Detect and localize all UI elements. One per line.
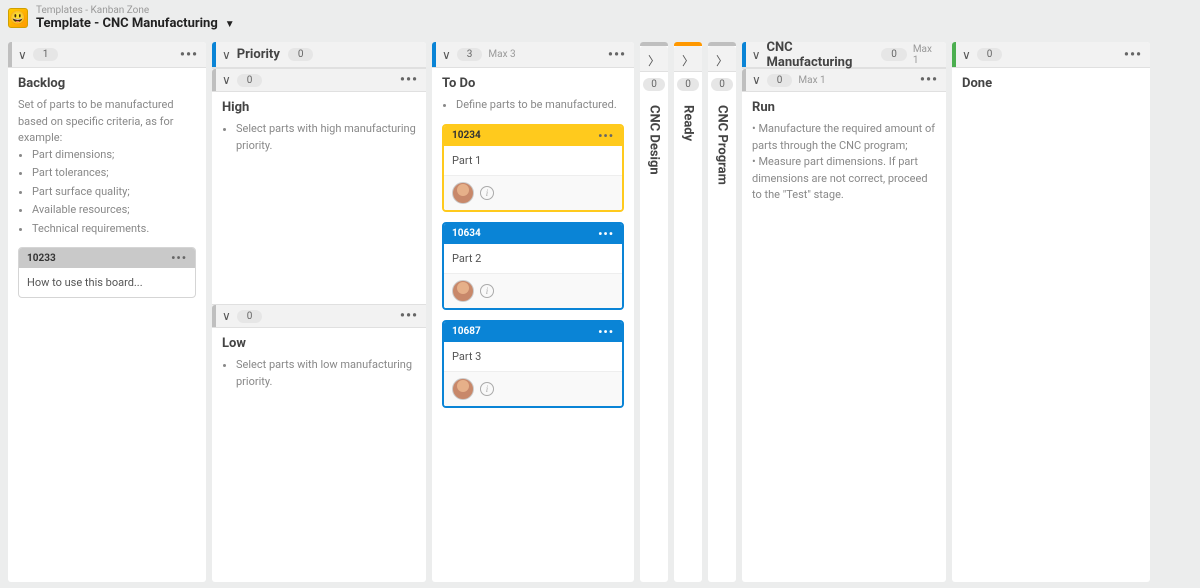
- board-title-dropdown-icon[interactable]: ▼: [225, 19, 235, 30]
- column-todo: ∨ 3 Max 3 ••• To Do Define parts to be m…: [432, 42, 634, 582]
- subcolumn-description: • Manufacture the required amount of par…: [752, 121, 936, 204]
- collapse-toggle-icon[interactable]: ∨: [746, 48, 767, 62]
- card-id: 10233: [27, 253, 56, 264]
- column-title: Done: [962, 76, 1140, 91]
- subcolumn-description: Select parts with high manufacturing pri…: [236, 121, 416, 154]
- column-header-todo: ∨ 3 Max 3 •••: [432, 42, 634, 68]
- column-header-priority: ∨ Priority 0: [212, 42, 426, 68]
- kanban-board: ∨ 1 ••• Backlog Set of parts to be manuf…: [0, 36, 1200, 588]
- column-count-badge: 1: [33, 48, 59, 61]
- expand-toggle-icon[interactable]: 〉: [682, 52, 694, 69]
- kanban-card[interactable]: 10634 ••• Part 2 i: [442, 222, 624, 310]
- subcolumn-title: Run: [752, 100, 936, 115]
- assignee-avatar[interactable]: [452, 280, 474, 302]
- card-title: Part 2: [444, 244, 622, 273]
- card-id: 10687: [452, 326, 481, 337]
- column-title: CNC Design: [647, 105, 662, 175]
- subcolumn-high: ∨ 0 ••• High Select parts with high manu…: [212, 68, 426, 304]
- wip-limit-label: Max 1: [913, 44, 938, 66]
- board-title[interactable]: Template - CNC Manufacturing: [36, 16, 218, 31]
- column-cnc-design-collapsed: 〉 0 CNC Design: [640, 42, 668, 582]
- subcolumn-menu-icon[interactable]: •••: [400, 308, 418, 324]
- subcolumn-menu-icon[interactable]: •••: [400, 72, 418, 88]
- column-backlog: ∨ 1 ••• Backlog Set of parts to be manuf…: [8, 42, 206, 582]
- column-count-badge: 3: [457, 48, 483, 61]
- column-cnc-manufacturing: ∨ CNC Manufacturing 0 Max 1 ∨ 0 Max 1 ••…: [742, 42, 946, 582]
- breadcrumb: Templates - Kanban Zone: [36, 5, 235, 16]
- wip-limit-label: Max 1: [798, 75, 825, 86]
- card-id: 10234: [452, 130, 481, 141]
- subcolumn-description: Select parts with low manufacturing prio…: [236, 357, 416, 390]
- column-menu-icon[interactable]: •••: [180, 47, 198, 63]
- collapse-toggle-icon[interactable]: ∨: [746, 73, 767, 87]
- column-count-badge: 0: [977, 48, 1003, 61]
- app-logo: 😃: [8, 8, 28, 28]
- collapse-toggle-icon[interactable]: ∨: [216, 73, 237, 87]
- assignee-avatar[interactable]: [452, 182, 474, 204]
- wip-limit-label: Max 3: [488, 49, 515, 60]
- card-menu-icon[interactable]: •••: [598, 227, 614, 241]
- column-title: Backlog: [18, 76, 196, 91]
- collapse-toggle-icon[interactable]: ∨: [436, 48, 457, 62]
- column-description: Define parts to be manufactured.: [456, 97, 624, 114]
- column-title: Priority: [237, 47, 280, 62]
- column-header-done: ∨ 0 •••: [952, 42, 1150, 68]
- subcolumn-menu-icon[interactable]: •••: [920, 72, 938, 88]
- subcolumn-title: High: [222, 100, 416, 115]
- column-menu-icon[interactable]: •••: [1124, 47, 1142, 63]
- info-icon[interactable]: i: [480, 186, 494, 200]
- info-icon[interactable]: i: [480, 382, 494, 396]
- collapse-toggle-icon[interactable]: ∨: [12, 48, 33, 62]
- kanban-card[interactable]: 10687 ••• Part 3 i: [442, 320, 624, 408]
- collapse-toggle-icon[interactable]: ∨: [956, 48, 977, 62]
- column-count-badge: 0: [288, 48, 314, 61]
- info-icon[interactable]: i: [480, 284, 494, 298]
- kanban-card[interactable]: 10233 ••• How to use this board...: [18, 247, 196, 298]
- expand-toggle-icon[interactable]: 〉: [716, 52, 728, 69]
- subcolumn-low: ∨ 0 ••• Low Select parts with low manufa…: [212, 304, 426, 418]
- subcolumn-title: Low: [222, 336, 416, 351]
- card-title: Part 1: [444, 146, 622, 175]
- subcolumn-count-badge: 0: [237, 74, 263, 87]
- column-count-badge: 0: [711, 78, 733, 91]
- collapse-toggle-icon[interactable]: ∨: [216, 48, 237, 62]
- collapse-toggle-icon[interactable]: ∨: [216, 309, 237, 323]
- column-priority: ∨ Priority 0 ∨ 0 ••• High Select parts w…: [212, 42, 426, 582]
- card-id: 10634: [452, 228, 481, 239]
- subcolumn-run: ∨ 0 Max 1 ••• Run • Manufacture the requ…: [742, 68, 946, 232]
- column-count-badge: 0: [643, 78, 665, 91]
- subcolumn-count-badge: 0: [237, 310, 263, 323]
- column-title: Ready: [681, 105, 696, 141]
- card-menu-icon[interactable]: •••: [598, 129, 614, 143]
- assignee-avatar[interactable]: [452, 378, 474, 400]
- expand-toggle-icon[interactable]: 〉: [648, 52, 660, 69]
- column-title: CNC Program: [715, 105, 730, 185]
- column-header-backlog: ∨ 1 •••: [8, 42, 206, 68]
- card-menu-icon[interactable]: •••: [171, 251, 187, 265]
- card-title: How to use this board...: [19, 268, 195, 297]
- column-cnc-program-collapsed: 〉 0 CNC Program: [708, 42, 736, 582]
- column-header-cnc-manufacturing: ∨ CNC Manufacturing 0 Max 1: [742, 42, 946, 68]
- card-menu-icon[interactable]: •••: [598, 325, 614, 339]
- column-menu-icon[interactable]: •••: [608, 47, 626, 63]
- column-done: ∨ 0 ••• Done: [952, 42, 1150, 582]
- column-count-badge: 0: [677, 78, 699, 91]
- card-title: Part 3: [444, 342, 622, 371]
- column-title: To Do: [442, 76, 624, 91]
- column-title: CNC Manufacturing: [767, 40, 874, 70]
- column-description: Set of parts to be manufactured based on…: [18, 97, 196, 237]
- column-ready-collapsed: 〉 0 Ready: [674, 42, 702, 582]
- column-count-badge: 0: [881, 48, 907, 61]
- subcolumn-count-badge: 0: [767, 74, 793, 87]
- kanban-card[interactable]: 10234 ••• Part 1 i: [442, 124, 624, 212]
